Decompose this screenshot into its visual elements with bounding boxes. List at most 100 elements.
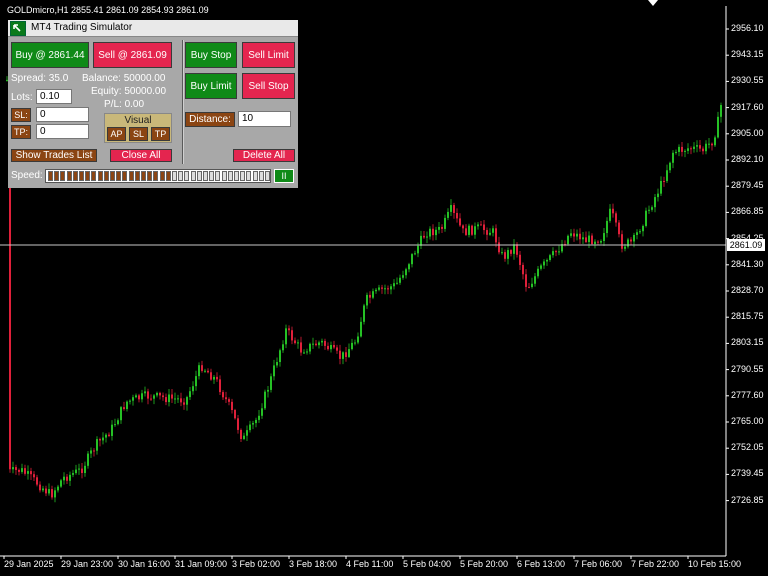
panel-collapse-button[interactable] [10, 21, 26, 36]
show-trades-list-button[interactable]: Show Trades List [11, 149, 97, 162]
speed-segment[interactable] [116, 171, 122, 181]
distance-input[interactable]: 10 [238, 111, 291, 127]
delete-all-button[interactable]: Delete All [233, 149, 295, 162]
time-tick-label: 31 Jan 09:00 [175, 559, 228, 569]
speed-segment[interactable] [128, 171, 134, 181]
sl-toggle[interactable]: SL: [11, 108, 31, 122]
sl-input[interactable]: 0 [36, 107, 89, 122]
speed-segment[interactable] [153, 171, 159, 181]
speed-segment[interactable] [122, 171, 128, 181]
price-tick-label: 2879.45 [731, 180, 764, 191]
speed-segment[interactable] [258, 171, 264, 181]
time-tick-label: 3 Feb 18:00 [289, 559, 338, 569]
speed-segment[interactable] [265, 171, 270, 181]
time-tick-label: 5 Feb 20:00 [460, 559, 509, 569]
candle-body [243, 435, 245, 440]
speed-segment[interactable] [134, 171, 140, 181]
speed-slider[interactable] [45, 169, 271, 183]
speed-segment[interactable] [103, 171, 109, 181]
speed-segment[interactable] [196, 171, 202, 181]
speed-segment[interactable] [246, 171, 252, 181]
lots-input[interactable]: 0.10 [36, 89, 72, 104]
candle-body [570, 233, 572, 236]
speed-segment[interactable] [79, 171, 84, 181]
speed-segment[interactable] [85, 171, 91, 181]
speed-segment[interactable] [91, 171, 97, 181]
speed-segment[interactable] [60, 171, 66, 181]
candle-body [183, 402, 185, 405]
speed-segment[interactable] [240, 171, 246, 181]
candle-body [468, 225, 470, 235]
sell-market-button[interactable]: Sell @ 2861.09 [93, 42, 172, 68]
price-tick-label: 2803.15 [731, 337, 764, 348]
close-all-button[interactable]: Close All [110, 149, 172, 162]
candle-body [531, 283, 533, 288]
candle-body [435, 229, 437, 236]
speed-segment[interactable] [227, 171, 233, 181]
candle-body [456, 212, 458, 219]
candle-body [450, 205, 452, 212]
buy-limit-button[interactable]: Buy Limit [185, 73, 237, 99]
candle-body [66, 476, 68, 481]
candle-body [129, 400, 131, 402]
chart-shift-marker[interactable] [648, 0, 658, 6]
speed-segment[interactable] [54, 171, 60, 181]
speed-segment[interactable] [66, 171, 72, 181]
price-tick-label: 2815.75 [731, 311, 764, 322]
speed-segment[interactable] [159, 171, 165, 181]
speed-segment[interactable] [190, 171, 196, 181]
candle-body [324, 340, 326, 346]
tp-input[interactable]: 0 [36, 124, 89, 139]
visual-tp-button[interactable]: TP [151, 127, 170, 141]
candle-body [309, 343, 311, 352]
candle-body [279, 350, 281, 363]
candle-body [693, 146, 695, 149]
speed-segment[interactable] [72, 171, 78, 181]
speed-segment[interactable] [234, 171, 239, 181]
candle-body [588, 235, 590, 243]
candle-body [366, 294, 368, 306]
candle-body [81, 468, 83, 474]
candle-body [108, 434, 110, 436]
speed-segment[interactable] [221, 171, 227, 181]
pause-button[interactable]: II [274, 169, 294, 183]
buy-stop-button[interactable]: Buy Stop [185, 42, 237, 68]
visual-ap-button[interactable]: AP [107, 127, 126, 141]
speed-segment[interactable] [178, 171, 184, 181]
sell-stop-button[interactable]: Sell Stop [242, 73, 295, 99]
speed-segment[interactable] [147, 171, 153, 181]
candle-body [225, 397, 227, 400]
candle-body [282, 344, 284, 351]
candle-body [591, 235, 593, 245]
speed-segment[interactable] [209, 171, 215, 181]
speed-segment[interactable] [141, 171, 146, 181]
speed-segment[interactable] [97, 171, 103, 181]
candle-body [207, 370, 209, 373]
speed-segment[interactable] [215, 171, 221, 181]
panel-titlebar[interactable]: MT4 Trading Simulator [8, 20, 298, 37]
tp-toggle[interactable]: TP: [11, 125, 31, 139]
price-tick-label: 2765.00 [731, 416, 764, 426]
candle-body [261, 408, 263, 416]
candle-body [495, 228, 497, 243]
price-tick-label: 2726.85 [731, 494, 764, 505]
sell-limit-button[interactable]: Sell Limit [242, 42, 295, 68]
speed-segment[interactable] [165, 171, 171, 181]
visual-sl-button[interactable]: SL [129, 127, 148, 141]
candle-body [546, 259, 548, 262]
speed-segment[interactable] [184, 171, 190, 181]
candle-body [708, 143, 710, 145]
price-tick-label: 2892.10 [731, 154, 764, 164]
candle-body [195, 376, 197, 387]
candle-body [87, 453, 89, 466]
candle-body [126, 401, 128, 410]
speed-segment[interactable] [110, 171, 115, 181]
price-tick-label: 2917.60 [731, 101, 764, 112]
speed-segment[interactable] [172, 171, 177, 181]
candle-body [45, 488, 47, 494]
speed-segment[interactable] [252, 171, 258, 181]
candle-body [273, 365, 275, 377]
speed-segment[interactable] [48, 171, 53, 181]
buy-market-button[interactable]: Buy @ 2861.44 [11, 42, 89, 68]
speed-segment[interactable] [203, 171, 208, 181]
